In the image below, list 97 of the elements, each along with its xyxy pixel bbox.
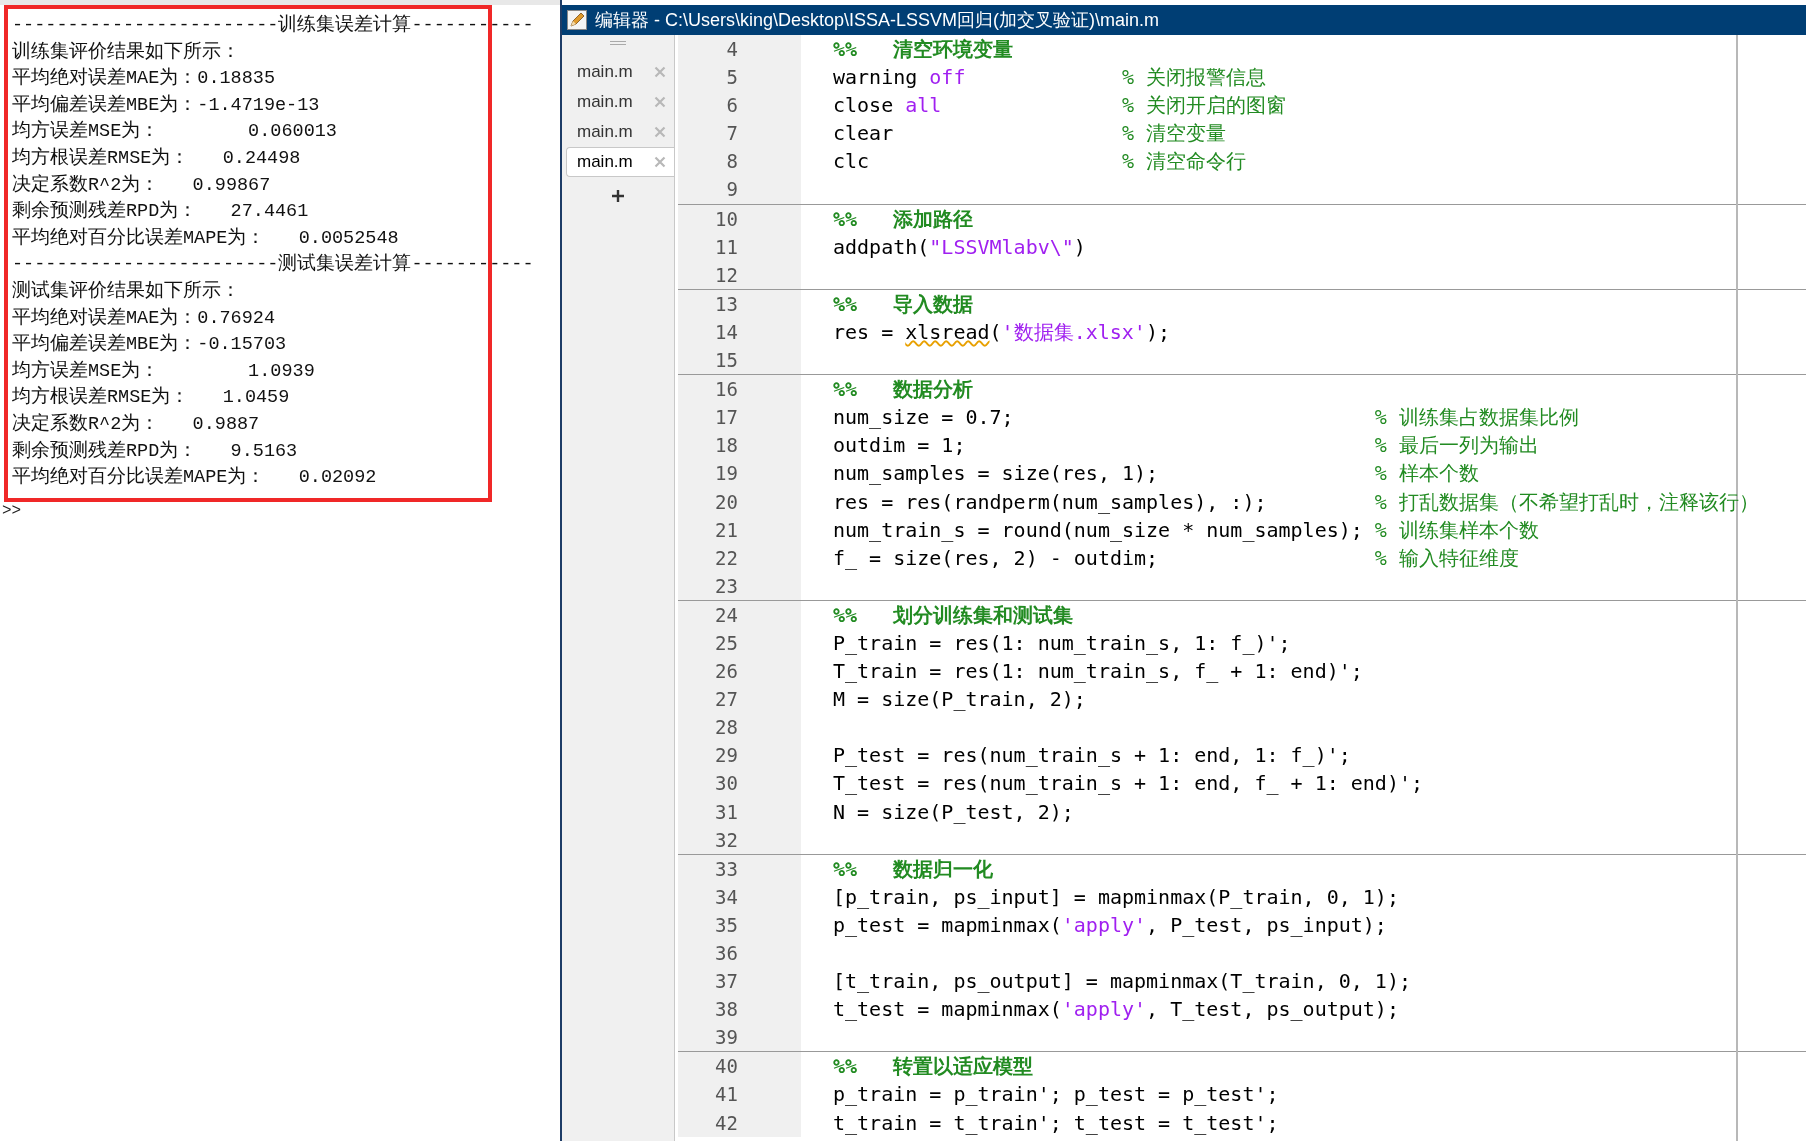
- code-line: [p_train, ps_input] = mapminmax(P_train, 0, 1);: [832, 883, 1400, 911]
- line-number: 7: [678, 119, 801, 148]
- code-line: outdim = 1; % 最后一列为输出: [832, 432, 1540, 460]
- console-line: 平均偏差误差MBE为：-1.4719e-13: [12, 93, 320, 118]
- console-line: ------------------------训练集误差计算-----------: [12, 13, 534, 38]
- line-number: 9: [678, 175, 801, 204]
- code-line: res = xlsread('数据集.xlsx');: [832, 318, 1171, 346]
- line-number: 8: [678, 147, 801, 176]
- console-line: 剩余预测残差RPD为： 27.4461: [12, 199, 309, 225]
- console-line: 测试集评价结果如下所示：: [12, 279, 240, 304]
- code-line: P_train = res(1: num_train_s, 1: f_)';: [832, 629, 1292, 657]
- code-line: %% 导入数据: [832, 290, 975, 318]
- console-line: 决定系数R^2为： 0.9887: [12, 412, 260, 437]
- line-number: 17: [678, 403, 801, 432]
- console-line: 均方误差MSE为： 1.0939: [12, 359, 315, 384]
- console-line: 平均绝对误差MAE为：0.18835: [12, 66, 276, 92]
- line-number: 13: [678, 289, 801, 318]
- code-line: warning off % 关闭报警信息: [832, 64, 1268, 92]
- console-line: 平均绝对百分比误差MAPE为： 0.02092: [12, 465, 377, 491]
- line-number: 15: [678, 346, 801, 375]
- line-number: 24: [678, 600, 801, 629]
- code-line: p_train = p_train'; p_test = p_test';: [832, 1081, 1280, 1109]
- line-number: 6: [678, 91, 801, 120]
- code-line: clc % 清空命令行: [832, 148, 1248, 176]
- line-number: 20: [678, 487, 801, 516]
- line-number: 42: [678, 1108, 801, 1137]
- close-icon[interactable]: [654, 66, 666, 78]
- line-number: 27: [678, 685, 801, 714]
- console-line: 均方根误差RMSE为： 1.0459: [12, 385, 290, 411]
- line-number: 40: [678, 1052, 801, 1081]
- line-number: 25: [678, 628, 801, 658]
- console-line: 平均偏差误差MBE为：-0.15703: [12, 332, 287, 358]
- line-number: 28: [678, 713, 801, 742]
- close-icon[interactable]: [654, 126, 666, 138]
- line-number: 11: [678, 232, 801, 261]
- code-line: T_train = res(1: num_train_s, f_ + 1: end)';: [832, 658, 1364, 686]
- line-number: 34: [678, 882, 801, 911]
- code-line: %% 数据分析: [832, 376, 975, 404]
- code-line: %% 转置以适应模型: [832, 1053, 1035, 1081]
- line-number: 18: [678, 431, 801, 460]
- code-line: res = res(randperm(num_samples), :); % 打乱数据集（不希望打乱时，注释该行）: [832, 488, 1760, 516]
- line-number: 32: [678, 825, 801, 854]
- code-line: %% 数据归一化: [832, 855, 995, 883]
- console-line: 决定系数R^2为： 0.99867: [12, 173, 271, 198]
- line-number: 10: [678, 204, 801, 233]
- line-number: 14: [678, 317, 801, 347]
- line-number: 38: [678, 995, 801, 1024]
- code-line: num_size = 0.7; % 训练集占数据集比例: [832, 404, 1580, 432]
- grip-icon[interactable]: [610, 41, 626, 45]
- code-line: M = size(P_train, 2);: [832, 686, 1087, 714]
- command-prompt[interactable]: >>: [0, 501, 22, 520]
- console-line: 剩余预测残差RPD为： 9.5163: [12, 439, 298, 464]
- line-number: 29: [678, 741, 801, 770]
- code-line: T_test = res(num_train_s + 1: end, f_ + 1: end)';: [832, 770, 1424, 798]
- line-number: 37: [678, 967, 801, 996]
- pencil-icon: [567, 10, 587, 30]
- code-line: N = size(P_test, 2);: [832, 798, 1075, 826]
- line-number: 19: [678, 459, 801, 488]
- line-number: 36: [678, 939, 801, 968]
- line-number: 35: [678, 910, 801, 939]
- console-line: 平均绝对百分比误差MAPE为： 0.0052548: [12, 226, 399, 251]
- line-number: 22: [678, 543, 801, 572]
- close-icon[interactable]: [654, 96, 666, 108]
- line-number: 30: [678, 769, 801, 798]
- code-line: %% 添加路径: [832, 205, 975, 233]
- line-number: 23: [678, 571, 801, 600]
- console-line: 训练集评价结果如下所示：: [12, 40, 240, 65]
- code-line: P_test = res(num_train_s + 1: end, 1: f_)';: [832, 742, 1352, 770]
- line-number: 39: [678, 1023, 801, 1052]
- line-number: 41: [678, 1080, 801, 1109]
- line-number: 21: [678, 515, 801, 544]
- window-title: 编辑器 - C:\Users\king\Desktop\ISSA-LSSVM回归(加交叉验证)\main.m: [595, 9, 1160, 32]
- code-line: p_test = mapminmax('apply', P_test, ps_input);: [832, 911, 1388, 939]
- code-line: close all % 关闭开启的图窗: [832, 92, 1288, 120]
- close-icon[interactable]: [654, 156, 666, 168]
- code-line: num_train_s = round(num_size * num_samples); % 训练集样本个数: [832, 516, 1540, 544]
- file-tab[interactable]: main.m: [566, 147, 674, 177]
- line-number: 16: [678, 375, 801, 404]
- code-line: t_test = mapminmax('apply', T_test, ps_output);: [832, 996, 1400, 1024]
- console-line: 均方误差MSE为： 0.060013: [12, 119, 337, 145]
- line-number: 12: [678, 260, 801, 289]
- line-number: 4: [678, 35, 801, 64]
- line-number: 31: [678, 797, 801, 826]
- code-line: t_train = t_train'; t_test = t_test';: [832, 1109, 1280, 1137]
- code-line: %% 划分训练集和测试集: [832, 601, 1075, 629]
- code-line: %% 清空环境变量: [832, 36, 1015, 63]
- code-line: f_ = size(res, 2) - outdim; % 输入特征维度: [832, 544, 1520, 572]
- line-number: 5: [678, 63, 801, 92]
- code-line: clear % 清空变量: [832, 120, 1228, 148]
- line-number: 33: [678, 854, 801, 883]
- console-line: ------------------------测试集误差计算-----------: [12, 252, 534, 278]
- code-line: num_samples = size(res, 1); % 样本个数: [832, 460, 1480, 488]
- code-line: [t_train, ps_output] = mapminmax(T_train, 0, 1);: [832, 968, 1412, 996]
- console-line: 均方根误差RMSE为： 0.24498: [12, 146, 301, 171]
- line-number: 26: [678, 657, 801, 686]
- code-line: addpath("LSSVMlabv\"): [832, 233, 1087, 261]
- console-line: 平均绝对误差MAE为：0.76924: [12, 306, 276, 331]
